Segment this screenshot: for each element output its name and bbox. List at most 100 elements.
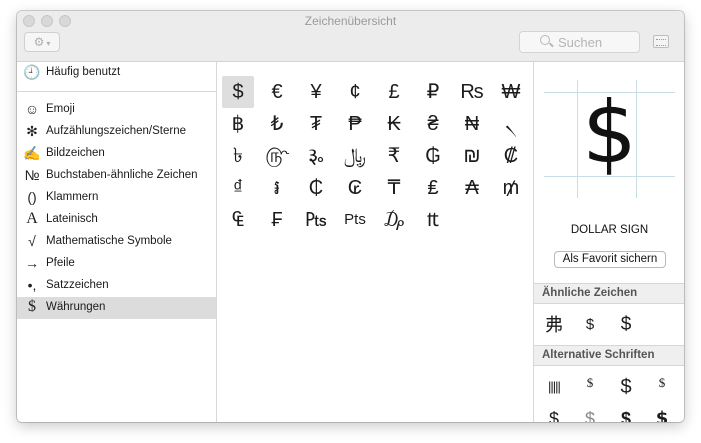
- sidebar-item-label: Klammern: [46, 191, 99, 203]
- sidebar-item-mathematische-symbole[interactable]: √ Mathematische Symbole: [17, 231, 216, 253]
- sidebar-item-label: Lateinisch: [46, 213, 98, 225]
- character-cell[interactable]: ₨: [456, 76, 488, 108]
- alt-font-glyph[interactable]: $: [572, 368, 608, 398]
- character-cell[interactable]: ₶: [417, 204, 449, 236]
- character-cell[interactable]: ₸: [378, 172, 410, 204]
- character-viewer-window: Zeichenübersicht ⚙ ▾ Suchen 🕘 Häufig benu…: [17, 11, 684, 422]
- sidebar-item-label: Emoji: [46, 103, 75, 115]
- punctuation-icon: •,: [27, 277, 37, 293]
- character-cell[interactable]: £: [378, 76, 410, 108]
- alt-font-glyph[interactable]: $: [572, 404, 608, 422]
- sidebar-item-emoji[interactable]: ☺ Emoji: [17, 99, 216, 121]
- character-cell[interactable]: ₩: [495, 76, 527, 108]
- character-cell[interactable]: ¢: [339, 76, 371, 108]
- smiley-icon: ☺: [24, 101, 40, 117]
- character-cell[interactable]: ₢: [339, 172, 371, 204]
- character-cell[interactable]: ௹: [261, 140, 293, 172]
- sidebar-item-lateinisch[interactable]: A Lateinisch: [17, 209, 216, 231]
- sidebar-item-label: Satzzeichen: [46, 279, 109, 291]
- category-sidebar: 🕘 Häufig benutzt ☺ Emoji ✻ Aufzählungsze…: [17, 62, 217, 422]
- alt-font-glyph[interactable]: $: [608, 372, 644, 402]
- sidebar-item-label: Mathematische Symbole: [46, 235, 172, 247]
- sidebar-item-waehrungen[interactable]: $ Währungen: [17, 297, 216, 319]
- chevron-down-icon: ▾: [46, 39, 51, 48]
- sidebar-item-bildzeichen[interactable]: ✍ Bildzeichen: [17, 143, 216, 165]
- character-cell[interactable]: ₵: [300, 172, 332, 204]
- numero-icon: №: [24, 167, 40, 183]
- sidebar-item-label: Aufzählungszeichen/Sterne: [46, 125, 187, 137]
- character-cell[interactable]: ₠: [222, 204, 254, 236]
- asterisk-icon: ✻: [26, 123, 38, 139]
- preview-glyph: $: [582, 83, 637, 183]
- clock-icon: 🕘: [23, 64, 41, 80]
- character-cell[interactable]: ₹: [378, 140, 410, 172]
- character-cell[interactable]: ₫: [222, 172, 254, 204]
- sidebar-item-satzzeichen[interactable]: •, Satzzeichen: [17, 275, 216, 297]
- character-detail-panel: $ DOLLAR SIGN Als Favorit sichern Ähnlic…: [533, 62, 684, 422]
- character-cell[interactable]: $: [222, 76, 254, 108]
- sidebar-item-label: Häufig benutzt: [46, 66, 121, 78]
- parentheses-icon: (): [27, 189, 37, 205]
- alt-font-glyph[interactable]: $: [608, 404, 644, 422]
- latin-a-icon: A: [26, 210, 38, 227]
- character-cell[interactable]: ₧: [300, 204, 332, 236]
- character-cell[interactable]: ₺: [261, 108, 293, 140]
- character-cell[interactable]: ₯: [378, 204, 410, 236]
- character-cell[interactable]: ៛: [261, 172, 293, 204]
- character-cell[interactable]: ¥: [300, 76, 332, 108]
- sidebar-item-klammern[interactable]: () Klammern: [17, 187, 216, 209]
- arrow-right-icon: →: [25, 255, 39, 271]
- similar-char[interactable]: 弗: [536, 310, 572, 340]
- alt-font-glyph[interactable]: $: [644, 368, 680, 398]
- glyph-preview: $: [534, 62, 684, 212]
- character-cell[interactable]: ₴: [417, 108, 449, 140]
- sidebar-item-buchstaben[interactable]: № Buchstaben-ähnliche Zeichen: [17, 165, 216, 187]
- character-cell[interactable]: ₥: [495, 172, 527, 204]
- similar-char[interactable]: $: [608, 310, 644, 340]
- sidebar-item-pfeile[interactable]: → Pfeile: [17, 253, 216, 275]
- character-cell[interactable]: ૱: [300, 140, 332, 172]
- character-cell[interactable]: ₡: [495, 140, 527, 172]
- sidebar-item-label: Währungen: [46, 301, 106, 313]
- character-grid: $ € ¥ ¢ £ ₽ ₨ ₩ ฿ ₺ ₮ ₱ ₭ ₴ ₦ ৲ ৳ ௹ ૱ ﷼ ₹ ₲ ₪ ₡ ₫ ៛ ₵ ₢ ₸ ₤ ₳ ₥ ₠ ₣ ₧ Pts ₯ ₶: [217, 62, 532, 422]
- similar-characters-heading: Ähnliche Zeichen: [534, 283, 684, 304]
- sidebar-item-label: Buchstaben-ähnliche Zeichen: [46, 169, 198, 181]
- character-name: DOLLAR SIGN: [570, 224, 649, 236]
- search-field[interactable]: Suchen: [519, 31, 640, 53]
- keyboard-viewer-icon[interactable]: [653, 35, 669, 48]
- add-favorite-button[interactable]: Als Favorit sichern: [554, 251, 666, 268]
- character-cell[interactable]: ₱: [339, 108, 371, 140]
- alt-font-glyph[interactable]: $: [644, 404, 680, 422]
- sidebar-divider: [17, 91, 216, 92]
- character-cell[interactable]: ₤: [417, 172, 449, 204]
- writing-hand-icon: ✍: [23, 145, 41, 161]
- search-placeholder: Suchen: [558, 35, 603, 50]
- sidebar-item-label: Pfeile: [46, 257, 75, 269]
- gear-icon: ⚙: [33, 35, 45, 49]
- alternative-fonts-heading: Alternative Schriften: [534, 345, 684, 366]
- window-title: Zeichenübersicht: [304, 14, 397, 28]
- character-cell[interactable]: ₪: [456, 140, 488, 172]
- alt-font-glyph[interactable]: |||||: [536, 372, 572, 402]
- character-cell[interactable]: ৲: [495, 108, 527, 140]
- character-cell[interactable]: ৳: [222, 140, 254, 172]
- character-cell[interactable]: ฿: [222, 108, 254, 140]
- sidebar-item-haeufig-benutzt[interactable]: 🕘 Häufig benutzt: [17, 62, 216, 84]
- sidebar-item-aufzaehlungszeichen[interactable]: ✻ Aufzählungszeichen/Sterne: [17, 121, 216, 143]
- character-cell[interactable]: ₭: [378, 108, 410, 140]
- character-cell[interactable]: ₣: [261, 204, 293, 236]
- character-cell[interactable]: ₦: [456, 108, 488, 140]
- character-cell[interactable]: ₽: [417, 76, 449, 108]
- character-cell[interactable]: €: [261, 76, 293, 108]
- action-menu-button[interactable]: ⚙ ▾: [24, 32, 60, 52]
- character-cell[interactable]: ﷼: [339, 140, 371, 172]
- character-cell[interactable]: ₮: [300, 108, 332, 140]
- character-cell[interactable]: ₳: [456, 172, 488, 204]
- alt-font-glyph[interactable]: $: [536, 404, 572, 422]
- square-root-icon: √: [28, 233, 36, 249]
- title-bar: Zeichenübersicht ⚙ ▾ Suchen: [17, 11, 684, 62]
- sidebar-item-label: Bildzeichen: [46, 147, 105, 159]
- character-cell[interactable]: ₲: [417, 140, 449, 172]
- character-cell[interactable]: Pts: [339, 204, 371, 236]
- similar-char[interactable]: $: [572, 310, 608, 340]
